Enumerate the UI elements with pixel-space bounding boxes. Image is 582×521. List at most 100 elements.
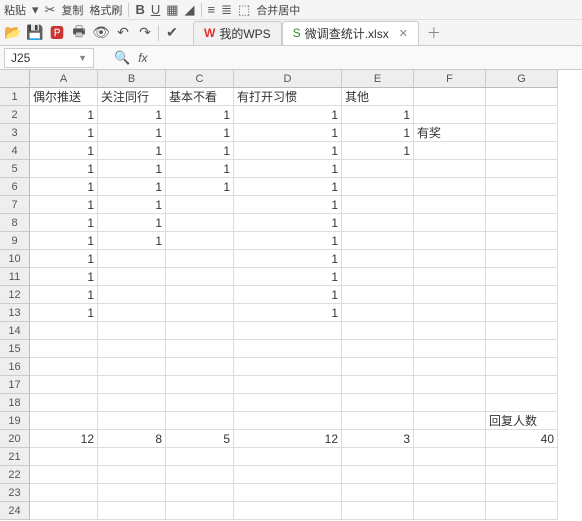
- cell-E2[interactable]: 1: [342, 106, 414, 124]
- cell-G21[interactable]: [486, 448, 558, 466]
- cell-E24[interactable]: [342, 502, 414, 520]
- tab-wps-home[interactable]: W 我的WPS: [193, 21, 282, 45]
- cell-C3[interactable]: 1: [166, 124, 234, 142]
- cell-E1[interactable]: 其他: [342, 88, 414, 106]
- cell-D13[interactable]: 1: [234, 304, 342, 322]
- row-header-9[interactable]: 9: [0, 232, 30, 250]
- cell-C1[interactable]: 基本不看: [166, 88, 234, 106]
- cell-C4[interactable]: 1: [166, 142, 234, 160]
- row-header-17[interactable]: 17: [0, 376, 30, 394]
- cell-E15[interactable]: [342, 340, 414, 358]
- cell-C24[interactable]: [166, 502, 234, 520]
- cell-C10[interactable]: [166, 250, 234, 268]
- cell-D7[interactable]: 1: [234, 196, 342, 214]
- pdf-icon[interactable]: 🅿: [48, 23, 66, 43]
- cell-E22[interactable]: [342, 466, 414, 484]
- cell-F6[interactable]: [414, 178, 486, 196]
- cell-B16[interactable]: [98, 358, 166, 376]
- cell-C5[interactable]: 1: [166, 160, 234, 178]
- cell-A22[interactable]: [30, 466, 98, 484]
- cell-F18[interactable]: [414, 394, 486, 412]
- cell-A5[interactable]: 1: [30, 160, 98, 178]
- cell-D15[interactable]: [234, 340, 342, 358]
- cell-F4[interactable]: [414, 142, 486, 160]
- cell-A19[interactable]: [30, 412, 98, 430]
- cell-G23[interactable]: [486, 484, 558, 502]
- cell-C9[interactable]: [166, 232, 234, 250]
- tab-spreadsheet[interactable]: S 微调查统计.xlsx ✕: [282, 21, 419, 45]
- cell-G7[interactable]: [486, 196, 558, 214]
- cell-A14[interactable]: [30, 322, 98, 340]
- cell-A7[interactable]: 1: [30, 196, 98, 214]
- close-icon[interactable]: ✕: [399, 27, 408, 40]
- cell-A10[interactable]: 1: [30, 250, 98, 268]
- cell-G6[interactable]: [486, 178, 558, 196]
- row-header-24[interactable]: 24: [0, 502, 30, 520]
- cell-C19[interactable]: [166, 412, 234, 430]
- cut-icon[interactable]: ✂: [45, 2, 56, 18]
- copy-button[interactable]: 复制: [61, 2, 83, 18]
- undo-icon[interactable]: ↶: [114, 24, 132, 41]
- cell-C8[interactable]: [166, 214, 234, 232]
- cell-C2[interactable]: 1: [166, 106, 234, 124]
- cell-G5[interactable]: [486, 160, 558, 178]
- cell-B10[interactable]: [98, 250, 166, 268]
- cell-D11[interactable]: 1: [234, 268, 342, 286]
- cell-B23[interactable]: [98, 484, 166, 502]
- cell-E10[interactable]: [342, 250, 414, 268]
- cell-C14[interactable]: [166, 322, 234, 340]
- cell-D24[interactable]: [234, 502, 342, 520]
- cell-A6[interactable]: 1: [30, 178, 98, 196]
- cell-A1[interactable]: 偶尔推送: [30, 88, 98, 106]
- fill-icon[interactable]: ◢: [185, 2, 195, 18]
- cell-D22[interactable]: [234, 466, 342, 484]
- cell-F24[interactable]: [414, 502, 486, 520]
- cell-B13[interactable]: [98, 304, 166, 322]
- row-header-21[interactable]: 21: [0, 448, 30, 466]
- cell-G20[interactable]: 40: [486, 430, 558, 448]
- row-header-3[interactable]: 3: [0, 124, 30, 142]
- cell-E11[interactable]: [342, 268, 414, 286]
- bold-icon[interactable]: B: [135, 2, 144, 17]
- cell-D18[interactable]: [234, 394, 342, 412]
- cell-F20[interactable]: [414, 430, 486, 448]
- cell-B20[interactable]: 8: [98, 430, 166, 448]
- dropdown-icon[interactable]: ▾: [32, 2, 39, 18]
- row-header-15[interactable]: 15: [0, 340, 30, 358]
- cell-D16[interactable]: [234, 358, 342, 376]
- align-left-icon[interactable]: ≡: [208, 2, 216, 17]
- row-header-6[interactable]: 6: [0, 178, 30, 196]
- cell-A24[interactable]: [30, 502, 98, 520]
- cell-D9[interactable]: 1: [234, 232, 342, 250]
- cell-F14[interactable]: [414, 322, 486, 340]
- cell-F17[interactable]: [414, 376, 486, 394]
- cell-A13[interactable]: 1: [30, 304, 98, 322]
- cell-A12[interactable]: 1: [30, 286, 98, 304]
- column-header-C[interactable]: C: [166, 70, 234, 88]
- cell-E20[interactable]: 3: [342, 430, 414, 448]
- cell-D1[interactable]: 有打开习惯: [234, 88, 342, 106]
- cell-F5[interactable]: [414, 160, 486, 178]
- chevron-down-icon[interactable]: ▼: [78, 53, 87, 63]
- cell-C20[interactable]: 5: [166, 430, 234, 448]
- cell-D4[interactable]: 1: [234, 142, 342, 160]
- row-header-20[interactable]: 20: [0, 430, 30, 448]
- cell-F21[interactable]: [414, 448, 486, 466]
- cell-E7[interactable]: [342, 196, 414, 214]
- cell-C18[interactable]: [166, 394, 234, 412]
- cell-A23[interactable]: [30, 484, 98, 502]
- cell-E9[interactable]: [342, 232, 414, 250]
- cell-D23[interactable]: [234, 484, 342, 502]
- cell-B21[interactable]: [98, 448, 166, 466]
- cell-F3[interactable]: 有奖: [414, 124, 486, 142]
- check-icon[interactable]: ✔: [163, 24, 181, 41]
- cells-area[interactable]: 偶尔推送关注同行基本不看有打开习惯其他1111111111有奖111111111…: [30, 88, 558, 520]
- cell-B3[interactable]: 1: [98, 124, 166, 142]
- cell-B19[interactable]: [98, 412, 166, 430]
- cell-E23[interactable]: [342, 484, 414, 502]
- cell-C11[interactable]: [166, 268, 234, 286]
- row-header-11[interactable]: 11: [0, 268, 30, 286]
- cell-F7[interactable]: [414, 196, 486, 214]
- cell-G24[interactable]: [486, 502, 558, 520]
- cell-C6[interactable]: 1: [166, 178, 234, 196]
